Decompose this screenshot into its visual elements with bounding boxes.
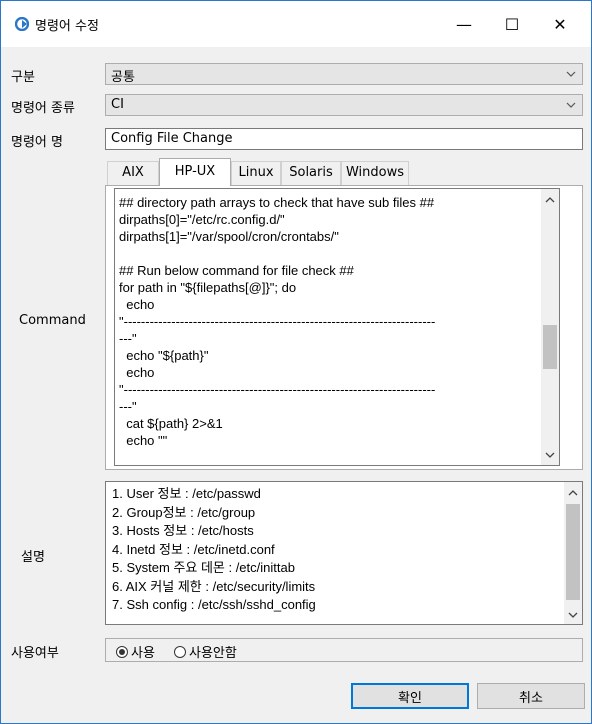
scroll-down-icon[interactable] <box>567 610 579 620</box>
usage-option-unused: 사용안함 <box>189 646 237 661</box>
description-text: 1. User 정보 : /etc/passwd 2. Group정보 : /e… <box>112 486 316 612</box>
scroll-up-icon[interactable] <box>544 195 556 205</box>
command-type-select[interactable]: CI <box>105 94 583 116</box>
maximize-button[interactable]: ☐ <box>489 1 535 47</box>
tab-windows[interactable]: Windows <box>341 161 409 185</box>
usage-option-use: 사용 <box>131 646 155 661</box>
description-label: 설명 <box>21 550 45 565</box>
command-name-label: 명령어 명 <box>11 135 63 150</box>
chevron-down-icon <box>566 71 576 77</box>
close-button[interactable]: ✕ <box>537 1 583 47</box>
command-name-input[interactable]: Config File Change <box>105 128 583 150</box>
command-tab-panel: ## directory path arrays to check that h… <box>105 185 583 470</box>
dialog-window: 명령어 수정 — ☐ ✕ 구분 공통 명령어 종류 CI 명령어 명 Confi… <box>0 0 592 724</box>
category-label: 구분 <box>11 70 35 85</box>
ok-button[interactable]: 확인 <box>351 683 469 709</box>
app-icon <box>15 17 29 31</box>
category-select[interactable]: 공통 <box>105 63 583 85</box>
minimize-button[interactable]: — <box>441 1 487 47</box>
maximize-icon: ☐ <box>504 14 520 34</box>
scroll-thumb[interactable] <box>566 504 580 600</box>
scroll-down-icon[interactable] <box>544 450 556 460</box>
scroll-thumb[interactable] <box>543 325 557 369</box>
scroll-up-icon[interactable] <box>567 488 579 498</box>
radio-unchecked-icon <box>174 645 186 658</box>
description-scrollbar[interactable] <box>564 482 582 624</box>
usage-label: 사용여부 <box>11 646 59 661</box>
command-type-label: 명령어 종류 <box>11 101 75 116</box>
command-type-value: CI <box>111 97 124 112</box>
radio-checked-icon <box>116 645 128 658</box>
close-icon: ✕ <box>553 14 567 34</box>
minimize-icon: — <box>456 14 472 34</box>
command-scrollbar[interactable] <box>541 189 559 465</box>
usage-radio-use[interactable]: 사용 <box>116 642 155 661</box>
title-bar[interactable]: 명령어 수정 — ☐ ✕ <box>1 1 591 47</box>
window-title: 명령어 수정 <box>35 19 99 34</box>
tab-solaris[interactable]: Solaris <box>281 161 341 185</box>
tab-linux[interactable]: Linux <box>231 161 281 185</box>
chevron-down-icon <box>566 102 576 108</box>
command-text: ## directory path arrays to check that h… <box>119 195 436 448</box>
usage-radio-unused[interactable]: 사용안함 <box>174 642 237 661</box>
usage-radio-group: 사용 사용안함 <box>105 638 583 662</box>
command-label: Command <box>19 313 86 328</box>
tab-aix[interactable]: AIX <box>107 161 159 185</box>
description-textarea[interactable]: 1. User 정보 : /etc/passwd 2. Group정보 : /e… <box>105 481 583 625</box>
tab-hp-ux[interactable]: HP-UX <box>159 158 231 186</box>
category-value: 공통 <box>111 70 135 85</box>
cancel-button[interactable]: 취소 <box>477 683 585 709</box>
command-name-value: Config File Change <box>111 131 233 146</box>
command-textarea[interactable]: ## directory path arrays to check that h… <box>114 188 560 466</box>
